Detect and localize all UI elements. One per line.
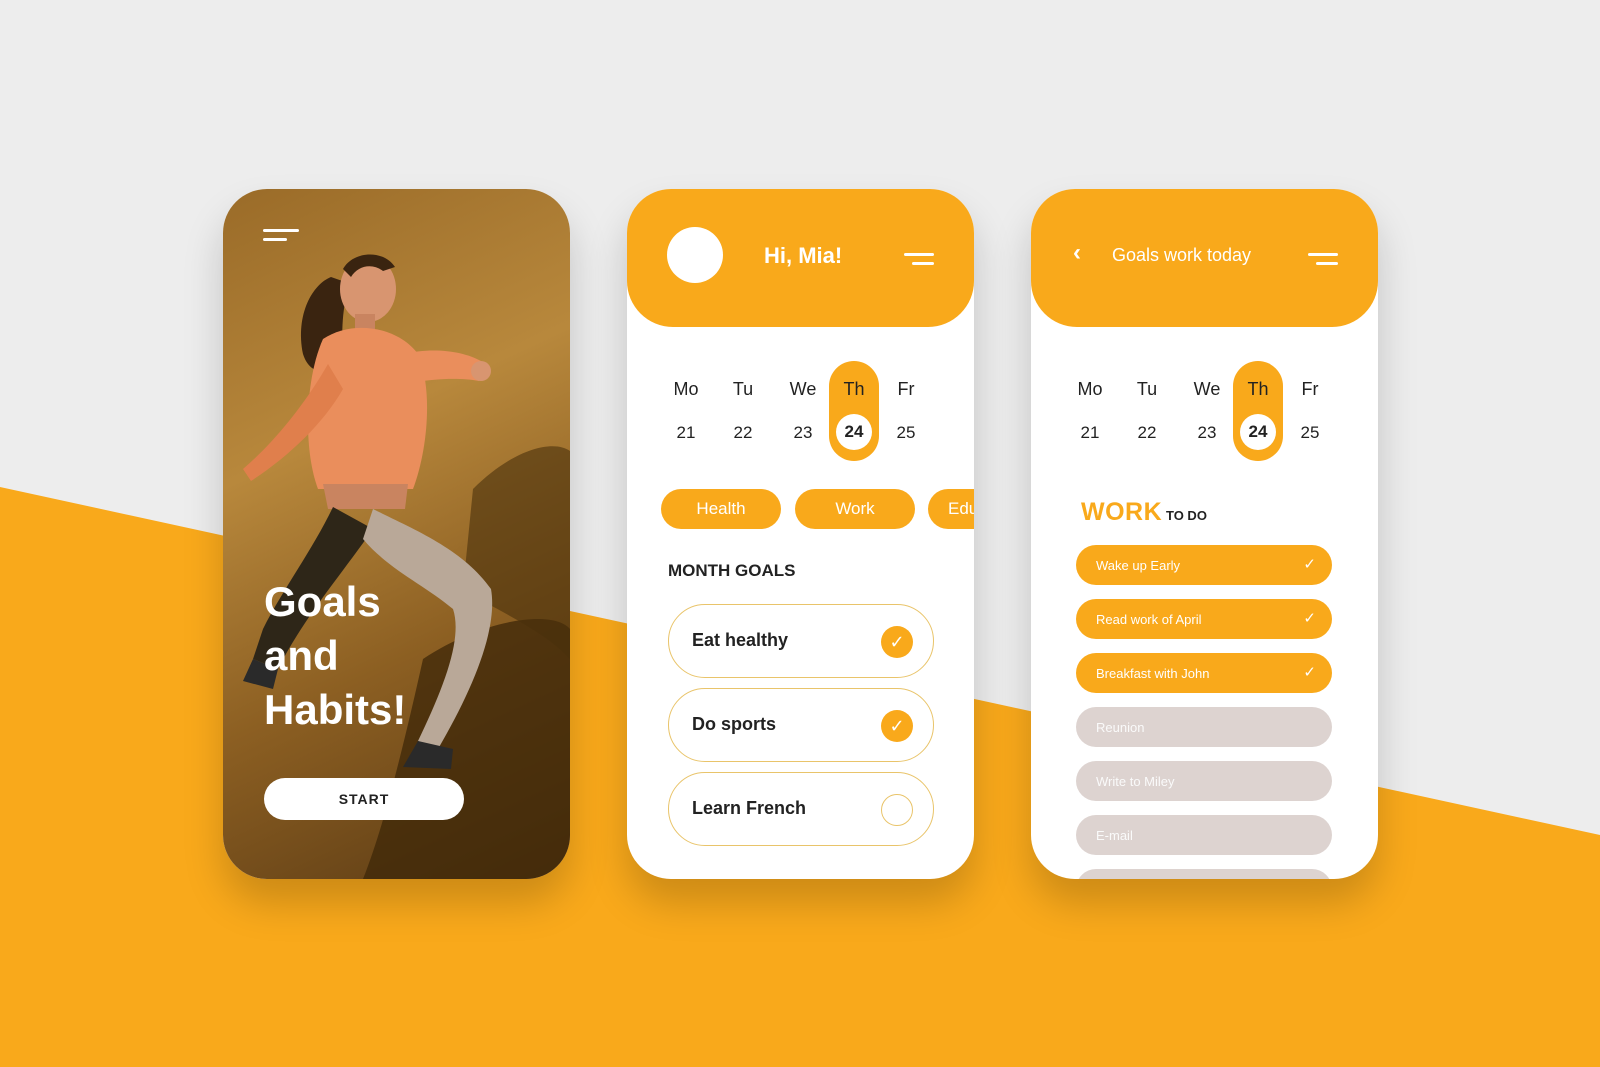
calendar-day-we[interactable]: We 23 [778, 361, 828, 461]
todo-label: E-mail [1096, 828, 1133, 843]
day-name: Tu [732, 379, 754, 399]
todo-item-partial[interactable] [1076, 869, 1332, 879]
chip-work[interactable]: Work [795, 489, 915, 529]
day-date: 22 [733, 423, 753, 442]
day-date: 23 [793, 423, 813, 442]
calendar-day-tu[interactable]: Tu 22 [1122, 361, 1172, 461]
section-title: MONTH GOALS [668, 561, 796, 580]
hero-title: Goals and Habits! [264, 575, 406, 737]
todo-item[interactable]: Read work of April ✓ [1076, 599, 1332, 639]
hero-line: and [264, 632, 339, 679]
week-calendar: Mo 21 Tu 22 We 23 Th 24 Fr 25 [1065, 361, 1345, 461]
todo-item[interactable]: E-mail [1076, 815, 1332, 855]
runner-illustration [243, 254, 570, 879]
day-name: Mo [673, 379, 699, 399]
check-icon[interactable]: ✓ [881, 626, 913, 658]
goal-item[interactable]: Learn French [668, 772, 934, 846]
day-name: We [789, 379, 817, 399]
goal-label: Do sports [692, 714, 777, 734]
calendar-day-th-selected[interactable]: Th 24 [829, 361, 879, 461]
calendar-day-we[interactable]: We 23 [1182, 361, 1232, 461]
calendar-day-mo[interactable]: Mo 21 [1065, 361, 1115, 461]
avatar[interactable] [667, 227, 723, 283]
work-header: ‹ Goals work today [1031, 189, 1378, 327]
hero-line: Habits! [264, 686, 407, 733]
day-name: We [1193, 379, 1221, 399]
week-calendar: Mo 21 Tu 22 We 23 Th 24 Fr 25 [661, 361, 941, 461]
day-date: 24 [1240, 414, 1276, 450]
check-icon[interactable]: ✓ [1303, 609, 1316, 627]
start-button[interactable]: START [264, 778, 464, 820]
day-name: Mo [1077, 379, 1103, 399]
todo-label: Write to Miley [1096, 774, 1175, 789]
day-date: 21 [1080, 423, 1100, 442]
calendar-day-fr[interactable]: Fr 25 [1285, 361, 1335, 461]
chip-health[interactable]: Health [661, 489, 781, 529]
day-date: 25 [896, 423, 916, 442]
day-date: 22 [1137, 423, 1157, 442]
todo-label: Wake up Early [1096, 558, 1181, 573]
calendar-day-th-selected[interactable]: Th 24 [1233, 361, 1283, 461]
chevron-left-icon[interactable]: ‹ [1073, 239, 1081, 267]
day-name: Fr [897, 379, 915, 399]
goal-label: Eat healthy [692, 630, 789, 650]
todo-subheading: TO DO [1166, 508, 1207, 523]
home-screen: Hi, Mia! Mo 21 Tu 22 We 23 Th 24 Fr 25 Health… [627, 189, 974, 879]
todo-item[interactable]: Reunion [1076, 707, 1332, 747]
day-date: 24 [836, 414, 872, 450]
todo-label: Breakfast with John [1096, 666, 1210, 681]
work-heading: WORK [1081, 498, 1163, 526]
chip-edu[interactable]: Edu [928, 489, 974, 529]
day-date: 25 [1300, 423, 1320, 442]
splash-screen: Goals and Habits! START [223, 189, 570, 879]
todo-label: Read work of April [1096, 612, 1202, 627]
day-name: Tu [1136, 379, 1158, 399]
menu-icon[interactable] [1308, 253, 1338, 271]
calendar-day-fr[interactable]: Fr 25 [881, 361, 931, 461]
page-title: Goals work today [1112, 245, 1252, 265]
goal-label: Learn French [692, 798, 807, 818]
day-name: Fr [1301, 379, 1319, 399]
work-screen: ‹ Goals work today Mo 21 Tu 22 We 23 Th 24 F… [1031, 189, 1378, 879]
day-name: Th [843, 379, 865, 399]
check-icon[interactable]: ✓ [1303, 663, 1316, 681]
goal-item[interactable]: Eat healthy ✓ [668, 604, 934, 678]
calendar-day-mo[interactable]: Mo 21 [661, 361, 711, 461]
check-icon[interactable]: ✓ [881, 710, 913, 742]
calendar-day-tu[interactable]: Tu 22 [718, 361, 768, 461]
greeting: Hi, Mia! [764, 243, 843, 268]
todo-label: Reunion [1096, 720, 1145, 735]
menu-icon[interactable] [263, 229, 299, 245]
runner-photo [223, 189, 570, 879]
day-date: 23 [1197, 423, 1217, 442]
day-date: 21 [676, 423, 696, 442]
hero-line: Goals [264, 578, 381, 625]
unchecked-circle-icon[interactable] [881, 794, 913, 826]
todo-item[interactable]: Wake up Early ✓ [1076, 545, 1332, 585]
todo-item[interactable]: Breakfast with John ✓ [1076, 653, 1332, 693]
day-name: Th [1247, 379, 1269, 399]
menu-icon[interactable] [904, 253, 934, 271]
home-header: Hi, Mia! [627, 189, 974, 327]
goal-item[interactable]: Do sports ✓ [668, 688, 934, 762]
check-icon[interactable]: ✓ [1303, 555, 1316, 573]
todo-item[interactable]: Write to Miley [1076, 761, 1332, 801]
